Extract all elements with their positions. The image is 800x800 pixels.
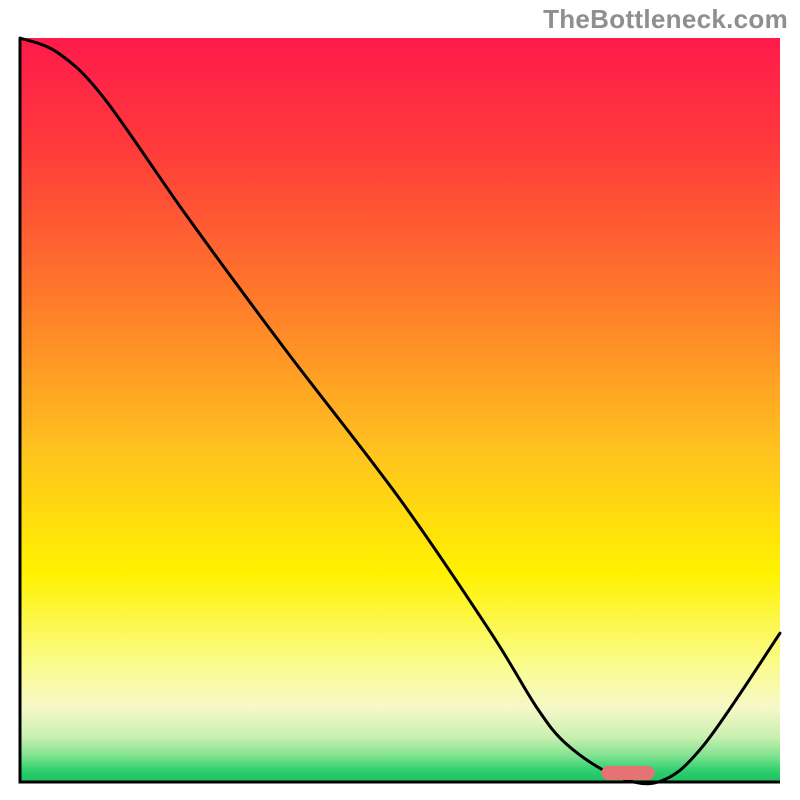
gradient-background [20, 38, 780, 782]
optimum-marker [601, 766, 654, 780]
chart-container: TheBottleneck.com [0, 0, 800, 800]
bottleneck-chart [0, 0, 800, 800]
watermark-text: TheBottleneck.com [543, 4, 788, 35]
